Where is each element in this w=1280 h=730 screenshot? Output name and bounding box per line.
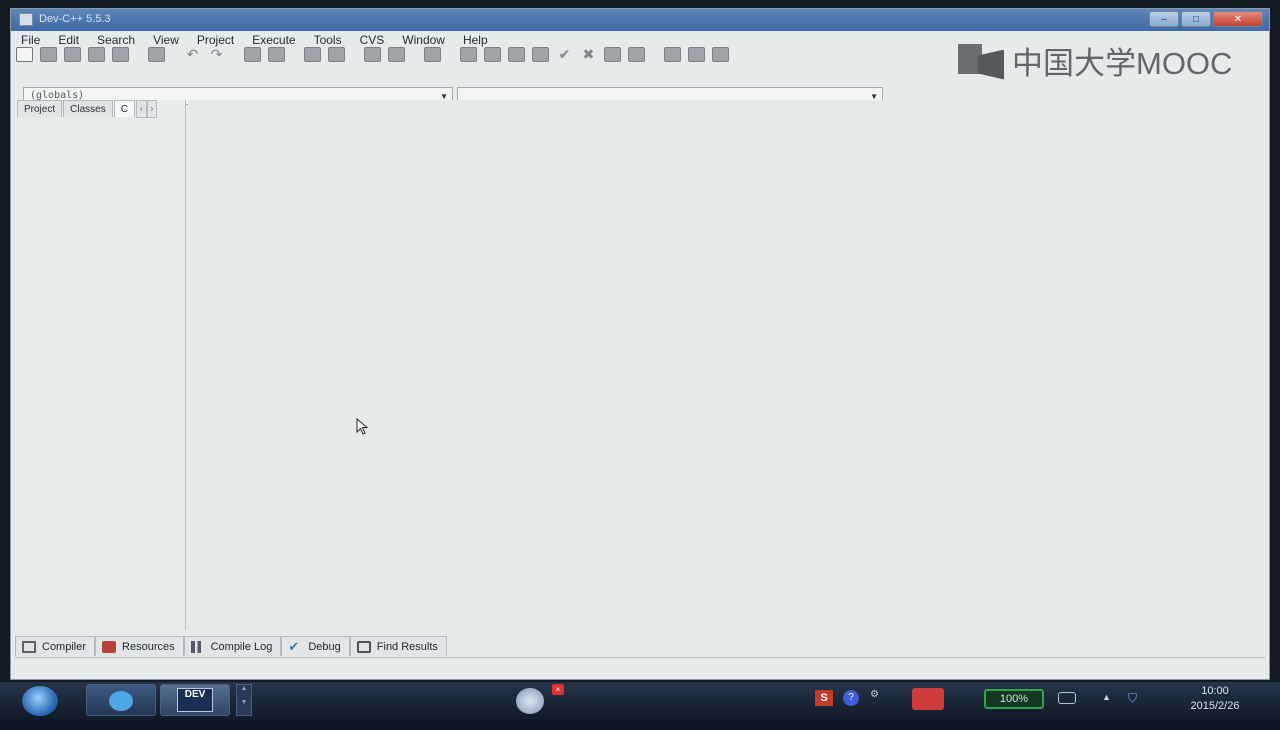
tab-compile-log[interactable]: Compile Log: [183, 636, 282, 656]
mouse-cursor-icon: [356, 418, 369, 435]
app-globe-icon: [516, 688, 544, 714]
debug-icon[interactable]: [628, 46, 645, 62]
screen: Dev-C++ 5.5.3 – □ ✕ File Edit Search Vie…: [0, 0, 1280, 720]
tab-compile-log-label: Compile Log: [210, 640, 273, 653]
taskbar-devcpp[interactable]: DEV: [160, 684, 230, 716]
window-title: Dev-C++ 5.5.3: [39, 13, 111, 25]
tab-debug-label: Debug: [308, 640, 341, 653]
unindent-icon[interactable]: [328, 46, 345, 62]
new-file-icon[interactable]: [16, 46, 33, 62]
start-button[interactable]: [22, 686, 58, 716]
notification-badge-icon: ×: [552, 684, 564, 695]
taskbar-scroll[interactable]: ▲ ▼: [236, 684, 252, 716]
tab-compiler[interactable]: Compiler: [15, 636, 96, 656]
find-results-icon: [356, 640, 371, 653]
print-icon[interactable]: [148, 46, 165, 62]
open-icon[interactable]: [40, 46, 57, 62]
battery-indicator[interactable]: 100%: [984, 689, 1044, 709]
save-all-icon[interactable]: [88, 46, 105, 62]
undo-icon[interactable]: ↶: [184, 46, 201, 62]
find-icon[interactable]: [244, 46, 261, 62]
check-icon[interactable]: ✔: [556, 46, 573, 62]
tab-debug-output[interactable]: ✔ Debug: [281, 636, 350, 656]
project-remove-icon[interactable]: [712, 46, 729, 62]
tab-find-results-label: Find Results: [376, 640, 438, 653]
tray-app-icon[interactable]: [912, 688, 944, 710]
power-plug-icon[interactable]: [1058, 692, 1076, 704]
resources-icon: [102, 640, 117, 653]
tab-debug[interactable]: C: [113, 100, 135, 117]
debug-check-icon: ✔: [288, 638, 300, 654]
stop-icon[interactable]: ✖: [580, 46, 597, 62]
project-panel: Project Classes C ‹ ›: [15, 100, 186, 630]
tab-project[interactable]: Project: [17, 100, 63, 117]
input-method-icon[interactable]: S: [815, 690, 833, 706]
taskbar-browser[interactable]: [86, 684, 156, 716]
rebuild-icon[interactable]: [532, 46, 549, 62]
window-controls: – □ ✕: [1149, 11, 1263, 27]
tab-compiler-label: Compiler: [42, 640, 87, 653]
project-add-icon[interactable]: [688, 46, 705, 62]
output-tabs: Compiler Resources Compile Log ✔ Debug F…: [15, 636, 447, 656]
tab-scroll-right[interactable]: ›: [146, 100, 158, 118]
devcpp-icon: DEV: [177, 688, 213, 712]
compiler-icon: [22, 640, 36, 653]
tray-settings-icon[interactable]: ⚙: [870, 689, 882, 705]
compile-log-icon: [190, 640, 205, 653]
close-icon[interactable]: [112, 46, 129, 62]
indent-icon[interactable]: [304, 46, 321, 62]
class-browser-icon[interactable]: [424, 46, 441, 62]
toolbar: ↶ ↷ ✔ ✖: [16, 44, 736, 64]
save-icon[interactable]: [64, 46, 81, 62]
compile-icon[interactable]: [460, 46, 477, 62]
app-icon: [19, 13, 33, 26]
tab-scroll-left[interactable]: ‹: [135, 100, 147, 118]
bookmark-icon[interactable]: [388, 46, 405, 62]
run-icon[interactable]: [484, 46, 501, 62]
compile-run-icon[interactable]: [508, 46, 525, 62]
taskbar-app-center[interactable]: ×: [512, 684, 564, 716]
mooc-logo-icon: [958, 42, 1004, 80]
redo-icon[interactable]: ↷: [208, 46, 225, 62]
browser-icon: [109, 691, 133, 711]
tab-classes[interactable]: Classes: [63, 100, 113, 117]
maximize-button[interactable]: □: [1181, 11, 1211, 27]
editor-area[interactable]: [188, 100, 1265, 630]
project-new-icon[interactable]: [664, 46, 681, 62]
status-bar: [15, 657, 1265, 672]
tab-resources[interactable]: Resources: [95, 636, 184, 656]
clock-time: 10:00: [1201, 685, 1229, 697]
chart-icon[interactable]: [604, 46, 621, 62]
watermark-text: 中国大学MOOC: [1012, 46, 1233, 81]
panel-tabs: Project Classes C ‹ ›: [17, 100, 158, 118]
tab-resources-label: Resources: [122, 640, 175, 653]
network-icon[interactable]: ⛉: [1128, 691, 1144, 707]
minimize-button[interactable]: –: [1149, 11, 1179, 27]
clock[interactable]: 10:00 2015/2/26: [1160, 684, 1270, 714]
clock-date: 2015/2/26: [1190, 700, 1240, 712]
taskbar: DEV ▲ ▼ × S ? ⚙ 100% ▲ ⛉ 10:00 2015/2/26: [0, 682, 1280, 720]
show-hidden-icons[interactable]: ▲: [1102, 692, 1111, 730]
goto-icon[interactable]: [364, 46, 381, 62]
tab-find-results[interactable]: Find Results: [349, 636, 447, 656]
replace-icon[interactable]: [268, 46, 285, 62]
help-icon[interactable]: ?: [843, 690, 859, 706]
title-bar[interactable]: Dev-C++ 5.5.3 – □ ✕: [11, 9, 1269, 31]
mooc-watermark: 中国大学MOOC: [958, 38, 1232, 83]
close-button[interactable]: ✕: [1213, 11, 1263, 27]
